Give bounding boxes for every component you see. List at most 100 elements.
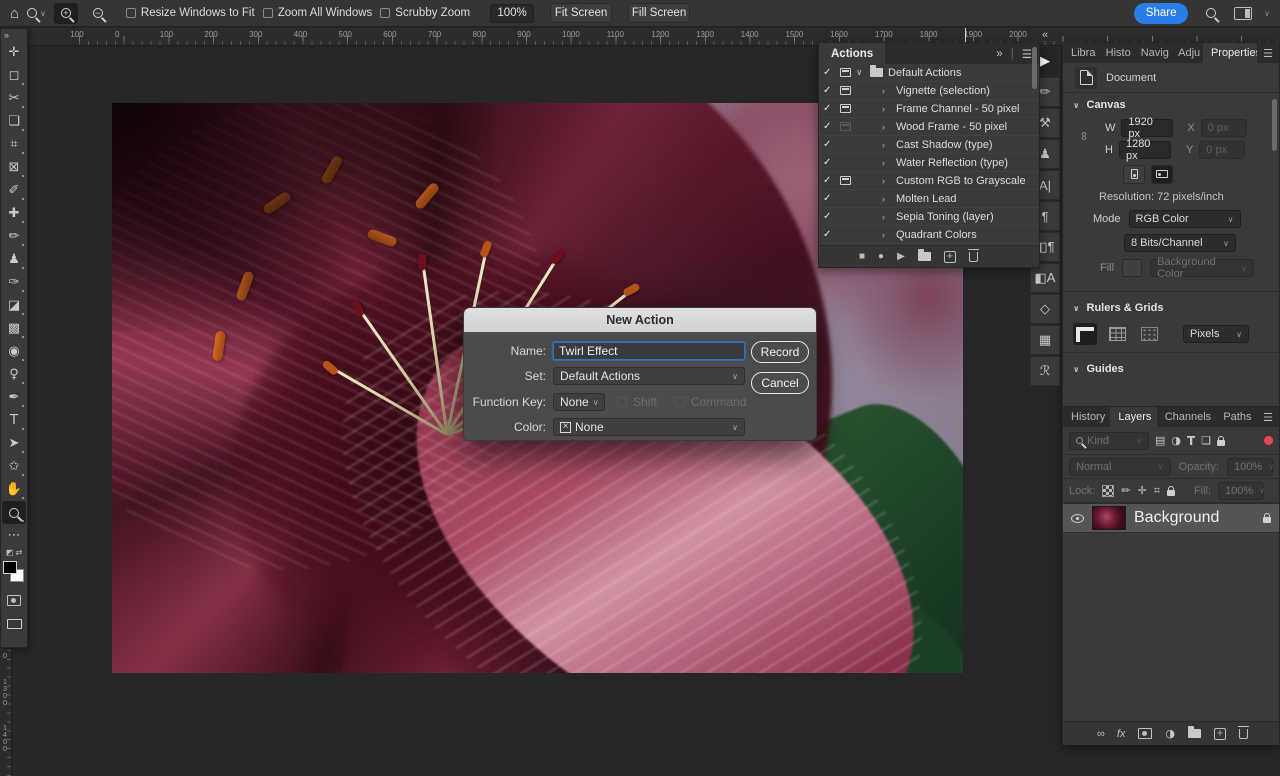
action-checkmark[interactable]: ✓ (823, 67, 835, 78)
layer-effects-icon[interactable]: fx (1117, 728, 1126, 740)
tab-actions[interactable]: Actions (819, 43, 885, 64)
swap-colors-icon[interactable]: ◩ ⇄ (6, 547, 22, 557)
tab-history[interactable]: History (1063, 407, 1110, 427)
new-action-icon[interactable] (944, 251, 956, 263)
action-row[interactable]: ✓›Water Reflection (type) (819, 154, 1039, 172)
tab-channels[interactable]: Channels (1157, 407, 1216, 427)
action-row[interactable]: ✓›Quadrant Colors (819, 226, 1039, 244)
type-tool[interactable]: T (2, 409, 26, 432)
dialog-toggle-icon[interactable] (840, 176, 851, 185)
lock-pixels-icon[interactable]: ✏ (1121, 484, 1130, 497)
object-selection-tool[interactable]: ❏ (2, 110, 26, 133)
panel-collapse-icon[interactable]: » (996, 48, 1002, 60)
hand-tool[interactable]: ✋ (2, 478, 26, 501)
filter-type-layers-icon[interactable]: T (1187, 434, 1195, 448)
chevron-right-icon[interactable]: › (882, 212, 891, 222)
dialog-toggle-icon[interactable] (840, 86, 851, 95)
action-row[interactable]: ✓›Custom RGB to Grayscale (819, 172, 1039, 190)
lock-transparency-icon[interactable] (1102, 485, 1114, 497)
option-checkbox-2[interactable]: Scrubby Zoom (380, 7, 470, 19)
chevron-right-icon[interactable]: › (882, 104, 891, 114)
fill-screen-button[interactable]: Fill Screen (628, 3, 690, 23)
function-key-dropdown[interactable]: None∨ (553, 393, 605, 411)
patterns-panel-icon[interactable]: ▦ (1030, 325, 1060, 355)
path-selection-tool[interactable]: ➤ (2, 432, 26, 455)
action-color-dropdown[interactable]: None∨ (553, 418, 745, 436)
foreground-color-swatch[interactable] (3, 561, 17, 574)
action-checkmark[interactable]: ✓ (823, 229, 835, 240)
bit-depth-dropdown[interactable]: 8 Bits/Channel∨ (1124, 234, 1236, 252)
action-checkmark[interactable]: ✓ (823, 103, 835, 114)
action-checkmark[interactable]: ✓ (823, 193, 835, 204)
tab-libra[interactable]: Libra (1063, 43, 1098, 63)
eyedropper-tool[interactable]: ✐ (2, 179, 26, 202)
rulers-grids-section-header[interactable]: ∨Rulers & Grids (1063, 296, 1279, 320)
tab-paths[interactable]: Paths (1215, 407, 1257, 427)
share-button[interactable]: Share (1134, 3, 1188, 24)
cancel-button[interactable]: Cancel (751, 372, 809, 394)
filter-adjustment-layers-icon[interactable]: ◑ (1171, 434, 1181, 447)
delete-layer-icon[interactable] (1239, 729, 1248, 739)
action-set-dropdown[interactable]: Default Actions∨ (553, 367, 745, 385)
panel-menu-icon[interactable]: ☰ (1257, 407, 1279, 427)
eraser-tool[interactable]: ◪ (2, 294, 26, 317)
landscape-orientation-button[interactable] (1151, 165, 1173, 184)
option-checkbox-1[interactable]: Zoom All Windows (263, 7, 373, 19)
new-action-set-icon[interactable] (918, 252, 931, 261)
search-icon[interactable] (1206, 8, 1216, 18)
quick-mask-button[interactable] (2, 589, 26, 612)
toggle-rulers-button[interactable] (1073, 323, 1097, 345)
record-icon[interactable]: ● (878, 251, 884, 262)
shape-tool[interactable]: ✩ (2, 455, 26, 478)
checkbox-icon[interactable] (126, 8, 136, 18)
width-field[interactable]: 1920 px (1121, 119, 1173, 137)
collapse-panels-icon[interactable]: « (1042, 29, 1048, 41)
zoom-in-button[interactable]: + (54, 3, 78, 24)
chevron-down-icon[interactable]: ∨ (856, 67, 865, 78)
lock-position-icon[interactable]: ✛ (1138, 484, 1147, 497)
action-checkmark[interactable]: ✓ (823, 85, 835, 96)
guides-section-header[interactable]: ∨Guides (1063, 357, 1279, 381)
action-row[interactable]: ✓›Wood Frame - 50 pixel (819, 118, 1039, 136)
layer-row-background[interactable]: Background (1063, 503, 1279, 533)
checkbox-icon[interactable] (380, 8, 390, 18)
chevron-right-icon[interactable]: › (882, 194, 891, 204)
3d-panel-icon[interactable]: ◇ (1030, 294, 1060, 324)
home-icon[interactable]: ⌂ (10, 5, 19, 22)
brush-tool[interactable]: ✏ (2, 225, 26, 248)
filter-pixel-layers-icon[interactable]: ▤ (1155, 434, 1165, 447)
checkbox-icon[interactable] (263, 8, 273, 18)
fit-screen-button[interactable]: Fit Screen (550, 3, 612, 23)
layer-thumbnail[interactable] (1092, 506, 1126, 530)
action-row[interactable]: ✓›Frame Channel - 50 pixel (819, 100, 1039, 118)
action-set-row[interactable]: ✓∨Default Actions (819, 64, 1039, 82)
action-checkmark[interactable]: ✓ (823, 139, 835, 150)
layer-filter-kind-dropdown[interactable]: Kind∨ (1069, 432, 1149, 450)
actions-scrollbar[interactable] (1032, 47, 1037, 89)
chevron-right-icon[interactable]: › (882, 176, 891, 186)
play-icon[interactable]: ▶ (897, 251, 905, 262)
workspace-icon[interactable] (1234, 7, 1252, 20)
properties-scrollbar[interactable] (1272, 99, 1277, 151)
filter-smart-objects-icon[interactable] (1217, 440, 1225, 446)
constrain-link-icon[interactable]: ∞ (1077, 132, 1091, 141)
history-brush-tool[interactable]: ✑ (2, 271, 26, 294)
chevron-right-icon[interactable]: › (882, 230, 891, 240)
clone-stamp-tool[interactable]: ♟ (2, 248, 26, 271)
record-button[interactable]: Record (751, 341, 809, 363)
more-tools[interactable]: ⋯ (2, 524, 26, 547)
add-mask-icon[interactable] (1138, 728, 1152, 739)
action-row[interactable]: ✓›Molten Lead (819, 190, 1039, 208)
tab-adju[interactable]: Adju (1170, 43, 1203, 63)
tools-collapse-icon[interactable]: » (1, 29, 12, 41)
crop-tool[interactable]: ⌗ (2, 133, 26, 156)
stop-recording-icon[interactable]: ■ (859, 251, 865, 262)
dialog-toggle-icon[interactable] (840, 104, 851, 113)
dialog-toggle-icon[interactable] (840, 122, 851, 131)
option-checkbox-0[interactable]: Resize Windows to Fit (126, 7, 255, 19)
panel-menu-icon[interactable]: ☰ (1257, 43, 1279, 63)
chevron-right-icon[interactable]: › (882, 122, 891, 132)
new-layer-icon[interactable] (1214, 728, 1226, 740)
tab-navig[interactable]: Navig (1133, 43, 1170, 63)
action-checkmark[interactable]: ✓ (823, 157, 835, 168)
